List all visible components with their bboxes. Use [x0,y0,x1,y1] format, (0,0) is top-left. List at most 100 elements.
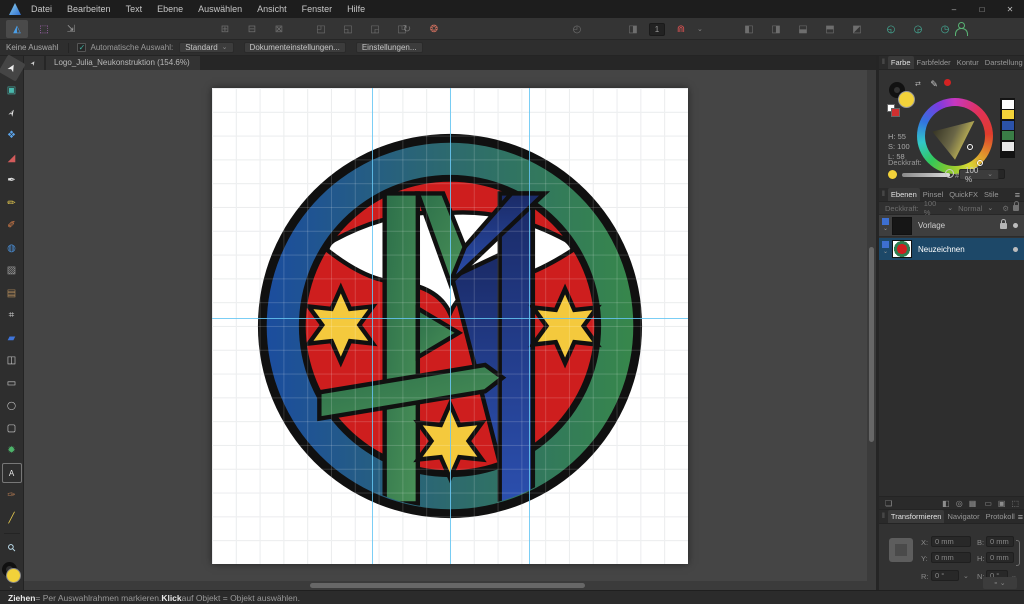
layer-effects-icon[interactable]: ◎ [956,499,963,508]
horizontal-scroll-thumb[interactable] [310,583,585,588]
visibility-dot-icon[interactable] [1013,247,1018,252]
snapping-options-chevron-icon[interactable]: ⌄ [697,25,703,33]
transform-anchor-selector[interactable] [889,538,913,562]
canvas-viewport[interactable] [24,70,876,590]
align-center-icon[interactable]: ◱ [337,20,359,38]
rotation-field[interactable]: 0 ° [931,570,959,581]
blend-ranges-icon[interactable]: ❏ [885,499,892,508]
rounded-rectangle-tool[interactable]: ▢ [2,418,22,438]
link-dimensions-icon[interactable] [1016,540,1020,566]
mask-icon[interactable]: ▦ [969,499,977,508]
guide-vertical-right[interactable] [529,88,530,564]
document-settings-button[interactable]: Dokumenteinstellungen... [244,42,346,53]
menu-hilfe[interactable]: Hilfe [347,4,365,14]
tab-pointer-button[interactable]: ➤ [24,56,44,70]
fill-stroke-indicator[interactable]: ⇄ [889,82,923,114]
boolean-subtract-icon[interactable]: ◶ [907,20,929,38]
crop-tool[interactable]: ◫ [2,351,22,371]
menu-bearbeiten[interactable]: Bearbeiten [67,4,111,14]
account-person-icon[interactable] [950,20,972,38]
artboard-tool[interactable]: ▣ [2,81,22,101]
fill-tool[interactable]: ◍ [2,238,22,258]
layer-color-tag[interactable] [879,215,892,237]
eyedropper-icon[interactable]: ✐ [927,80,938,88]
pen-tool[interactable]: ✒ [2,171,22,191]
auto-select-checkbox[interactable]: ✓ [77,43,86,52]
panel-menu-icon[interactable]: ≡ [1015,190,1020,200]
guide-horizontal[interactable] [212,318,688,319]
menu-datei[interactable]: Datei [31,4,52,14]
auto-select-mode-dropdown[interactable]: Standard ⌄ [179,42,233,53]
chevron-down-icon[interactable]: ⌄ [9,583,14,590]
menu-ansicht[interactable]: Ansicht [257,4,287,14]
reset-colors-icon[interactable] [887,104,895,112]
app-logo-icon[interactable] [9,3,21,15]
swap-fill-stroke-icon[interactable]: ⇄ [915,80,921,88]
transform-mode-icon[interactable]: ⊞ [214,20,236,38]
tab-farbe[interactable]: Farbe [888,56,914,69]
guide-vertical-center[interactable] [450,88,451,564]
layer-row-neuzeichnen[interactable]: Neuzeichnen [879,238,1024,260]
swatch-gray[interactable] [1002,142,1014,151]
tab-quickfx[interactable]: QuickFX [946,188,981,201]
vertical-scrollbar[interactable] [867,70,876,590]
menu-ebene[interactable]: Ebene [157,4,183,14]
panel-grip-icon[interactable]: ‖ [882,513,885,520]
chevron-down-icon[interactable]: ⌄ [987,204,993,212]
chevron-down-icon[interactable]: ⌄ [963,572,969,580]
tab-protokoll[interactable]: Protokoll [983,510,1018,523]
transform-options-dropdown[interactable]: ▫ ⌄ [983,577,1017,589]
tab-navigator[interactable]: Navigator [944,510,982,523]
pixel-persona-icon[interactable]: ⬚ [33,20,55,38]
pencil-tool[interactable]: ✏ [2,193,22,213]
adjustment-icon[interactable]: ◧ [942,499,950,508]
line-tool[interactable]: ╱ [2,508,22,528]
vector-brush-tool[interactable]: ✐ [2,216,22,236]
place-image-tool[interactable]: ▤ [2,283,22,303]
text-tool[interactable]: A [2,463,22,483]
chevron-down-icon[interactable]: ⌄ [947,204,953,212]
designer-persona-icon[interactable]: ◭ [6,20,28,38]
layer-lock-icon[interactable] [1013,205,1019,211]
scale-mode-icon[interactable]: ⊟ [241,20,263,38]
move-tool[interactable]: ➤ [0,54,25,81]
maximize-button[interactable]: □ [968,0,996,18]
fill-swatch[interactable] [898,91,915,108]
layers-empty-area[interactable] [879,260,1024,496]
insert-behind-icon[interactable]: ◧ [738,20,760,38]
picked-color-swatch[interactable] [943,78,952,87]
menu-text[interactable]: Text [126,4,143,14]
document-tab[interactable]: Logo_Julia_Neukonstruktion (154.6%) [46,56,200,70]
add-layer-icon[interactable]: ▭ [984,499,992,508]
insert-top-icon[interactable]: ◨ [765,20,787,38]
tab-farbfelder[interactable]: Farbfelder [914,56,954,69]
history-icon[interactable]: ◴ [566,20,588,38]
tab-ebenen[interactable]: Ebenen [888,188,920,201]
layer-color-tag[interactable] [879,238,892,260]
add-group-icon[interactable]: ▣ [998,499,1006,508]
triangle-selector[interactable] [967,144,973,150]
swatch-yellow[interactable] [1002,110,1014,119]
point-transform-tool[interactable]: ❖ [2,126,22,146]
color-wheel[interactable] [917,98,993,174]
panel-menu-icon[interactable]: ≡ [1018,512,1023,522]
y-field[interactable]: 0 mm [931,552,971,563]
vertical-scroll-thumb[interactable] [869,247,874,442]
x-field[interactable]: 0 mm [931,536,971,547]
swatch-white[interactable] [1002,100,1014,109]
export-persona-icon[interactable]: ⇲ [60,20,82,38]
swatch-green[interactable] [1002,131,1014,140]
color-cycle-icon[interactable]: ❂ [423,20,445,38]
insert-inside-icon[interactable]: ⬓ [792,20,814,38]
vector-crop-tool[interactable]: ⌗ [2,306,22,326]
lock-icon[interactable] [1000,223,1007,229]
snapshot-icon[interactable]: ◨ [622,20,644,38]
width-field[interactable]: 0 mm [986,536,1014,547]
opacity-value-dropdown[interactable]: 100 % ⌄ [959,169,999,180]
align-left-icon[interactable]: ◰ [310,20,332,38]
layer-thumbnail[interactable] [892,240,912,258]
boolean-add-icon[interactable]: ◵ [880,20,902,38]
guide-vertical-left[interactable] [372,88,373,564]
swatch-blue[interactable] [1002,121,1014,130]
transparency-tool[interactable]: ▨ [2,261,22,281]
